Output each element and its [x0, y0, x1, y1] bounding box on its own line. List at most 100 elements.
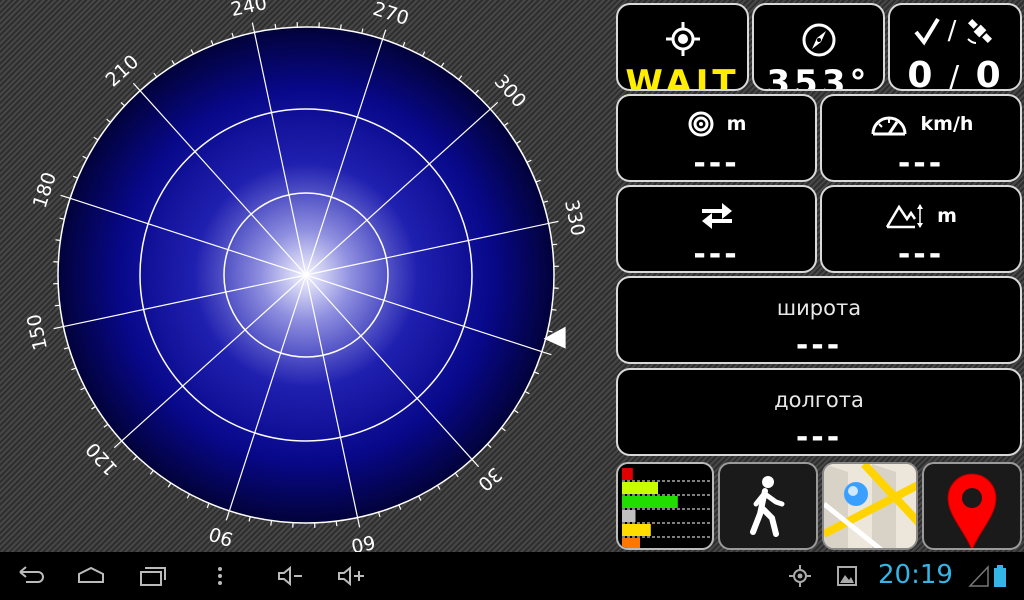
radar-tick [149, 470, 154, 475]
satellites-used: 0 [907, 55, 935, 91]
gps-target-icon [665, 22, 700, 56]
radar-tick [541, 351, 552, 356]
satellite-icon [967, 18, 993, 44]
speed-value: --- [897, 146, 945, 181]
radar-tick [80, 387, 86, 391]
radar-tick [59, 217, 65, 220]
radar-tick [60, 194, 71, 199]
radar-tick [377, 511, 381, 518]
direction-panel[interactable]: --- [616, 185, 817, 273]
radar-tick [486, 443, 492, 448]
signal-bar [622, 496, 678, 508]
radar-tick [474, 89, 479, 95]
signal-bar [622, 538, 640, 548]
radar-tick [82, 155, 88, 160]
signal-bar [622, 510, 636, 522]
radar-tick [440, 62, 445, 68]
bearing-label: 180 [29, 170, 61, 211]
map-button[interactable] [822, 462, 918, 550]
menu-icon[interactable] [212, 564, 228, 588]
signal-bar [622, 468, 633, 480]
satellites-separator: / [947, 16, 957, 46]
latitude-value: --- [795, 328, 843, 363]
radar-tick [535, 179, 541, 183]
signal-bar [622, 524, 651, 536]
radar-tick [552, 243, 558, 246]
bearing-label: 210 [101, 51, 143, 92]
radar-tick [153, 72, 158, 78]
radar-tick [270, 520, 273, 526]
battery-icon [994, 565, 1006, 587]
radar-tick [418, 495, 422, 501]
radar-tick [382, 29, 387, 40]
latitude-label: широта [776, 296, 862, 320]
satellite-radar: 330 300 270 240 210 180 150 120 90 60 30 [23, 0, 589, 552]
radar-tick [551, 308, 557, 311]
radar-tick [171, 60, 176, 66]
radar-tick [361, 28, 364, 34]
longitude-value: --- [795, 420, 843, 455]
radar-tick [63, 346, 70, 350]
altitude-unit: m [937, 205, 957, 227]
radar-tick [225, 510, 230, 521]
altitude-value: --- [897, 237, 945, 272]
radar-tick [72, 175, 78, 179]
bearing-value: 353° [766, 63, 871, 91]
radar-tick [231, 32, 235, 39]
radar-tick [167, 482, 172, 488]
radar-tick [547, 330, 553, 333]
walking-person-icon [750, 476, 785, 537]
gps-status-icon [789, 565, 811, 587]
radar-tick [248, 516, 251, 522]
radar-tick [471, 458, 480, 468]
radar-tick [190, 49, 194, 55]
radar-tick [526, 159, 532, 163]
bearing-label: 240 [229, 0, 269, 21]
satellites-panel[interactable]: / 0 / 0 [888, 3, 1022, 91]
radar-tick [113, 440, 123, 449]
radar-tick [53, 325, 64, 330]
back-icon[interactable] [16, 564, 46, 588]
radar-tick [71, 367, 77, 371]
radar-tick [55, 239, 61, 242]
recents-icon[interactable] [138, 564, 168, 588]
signal-bars-button[interactable] [616, 462, 714, 550]
radar-tick [93, 136, 99, 141]
satellites-total: 0 [975, 55, 1003, 91]
signal-bar [622, 482, 658, 494]
satellites-count: 0 / 0 [890, 55, 1020, 91]
signal-icon [968, 565, 989, 587]
longitude-panel[interactable]: долгота --- [616, 368, 1022, 456]
radar-tick [186, 493, 191, 499]
image-notification-icon [837, 566, 857, 586]
radar-tick [210, 40, 214, 46]
status-clock: 20:19 [878, 560, 953, 590]
map-icon [824, 464, 916, 548]
accuracy-icon [688, 111, 714, 137]
radar-tick [436, 484, 441, 490]
radar-tick [132, 82, 141, 92]
home-icon[interactable] [76, 564, 106, 588]
radar-tick [274, 23, 277, 29]
radar-tick [120, 102, 126, 107]
system-nav-bar [0, 552, 1024, 600]
speed-panel[interactable]: km/h --- [820, 94, 1022, 182]
bearing-label: 90 [206, 522, 236, 550]
radar-tick [398, 504, 402, 510]
radar-tick [335, 521, 338, 527]
location-pin-button[interactable] [922, 462, 1022, 550]
bearing-panel[interactable]: 353° [752, 3, 885, 91]
volume-down-icon[interactable] [276, 564, 306, 588]
latitude-panel[interactable]: широта --- [616, 276, 1022, 364]
bearing-label: 30 [473, 463, 506, 496]
accuracy-value: --- [693, 146, 740, 181]
compass-icon [802, 23, 835, 57]
radar-tick [133, 455, 138, 461]
walking-mode-button[interactable] [718, 462, 818, 550]
volume-up-icon[interactable] [336, 564, 366, 588]
radar-tick [489, 101, 499, 110]
fix-status-panel[interactable]: WAIT [616, 3, 749, 91]
radar-tick [454, 472, 459, 478]
accuracy-panel[interactable]: m --- [616, 94, 817, 182]
altitude-panel[interactable]: m --- [820, 185, 1022, 273]
